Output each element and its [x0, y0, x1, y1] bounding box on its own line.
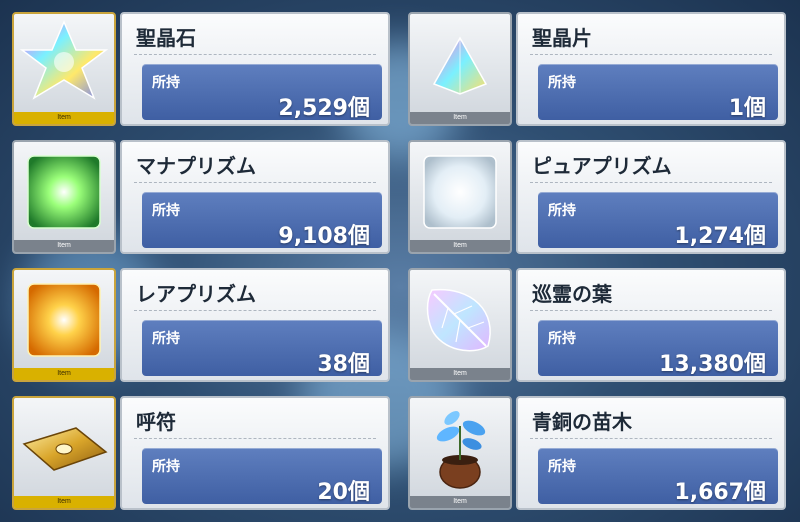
item-card-mana-prism[interactable]: Item マナプリズム 所持 9,108個: [12, 140, 390, 256]
owned-count: 20個: [317, 480, 370, 505]
item-name: 呼符: [136, 410, 176, 434]
item-name: 青銅の苗木: [532, 410, 632, 434]
item-card-quartz-fragment[interactable]: Item 聖晶片 所持 1個: [408, 12, 786, 128]
owned-count: 13,380個: [659, 352, 766, 377]
owned-count: 1個: [728, 96, 766, 121]
owned-label: 所持: [548, 75, 576, 91]
item-info-panel: ピュアプリズム 所持 1,274個: [516, 140, 786, 254]
bronze-sapling-icon: [436, 411, 486, 489]
owned-label: 所持: [152, 331, 180, 347]
item-tag: Item: [14, 240, 114, 252]
pure-prism-icon: [423, 155, 497, 229]
mana-prism-icon: [27, 155, 101, 229]
item-info-panel: 呼符 所持 20個: [120, 396, 390, 510]
owned-box: 所持 9,108個: [142, 192, 382, 249]
item-card-bronze-sapling[interactable]: Item 青銅の苗木 所持 1,667個: [408, 396, 786, 512]
item-name: 聖晶石: [136, 26, 196, 50]
divider: [134, 438, 376, 439]
owned-count: 1,667個: [674, 480, 766, 505]
item-tag: Item: [410, 368, 510, 380]
item-info-panel: マナプリズム 所持 9,108個: [120, 140, 390, 254]
rare-prism-icon: [27, 283, 101, 357]
item-thumbnail: Item: [12, 396, 116, 510]
item-info-panel: 巡霊の葉 所持 13,380個: [516, 268, 786, 382]
item-thumbnail: Item: [12, 12, 116, 126]
owned-label: 所持: [152, 459, 180, 475]
owned-count: 1,274個: [674, 224, 766, 249]
item-info-panel: 聖晶石 所持 2,529個: [120, 12, 390, 126]
item-thumbnail: Item: [408, 140, 512, 254]
item-thumbnail: Item: [408, 396, 512, 510]
quartz-fragment-icon: [432, 36, 488, 95]
saint-quartz-icon: [19, 20, 109, 100]
divider: [530, 54, 772, 55]
item-name: 聖晶片: [532, 26, 592, 50]
owned-box: 所持 20個: [142, 448, 382, 505]
item-thumbnail: Item: [408, 12, 512, 126]
owned-count: 2,529個: [278, 96, 370, 121]
owned-box: 所持 2,529個: [142, 64, 382, 121]
owned-label: 所持: [548, 331, 576, 347]
item-info-panel: 聖晶片 所持 1個: [516, 12, 786, 126]
item-info-panel: 青銅の苗木 所持 1,667個: [516, 396, 786, 510]
divider: [530, 438, 772, 439]
owned-box: 所持 13,380個: [538, 320, 778, 377]
owned-box: 所持 38個: [142, 320, 382, 377]
item-tag: Item: [410, 112, 510, 124]
item-card-leaf[interactable]: Item 巡霊の葉 所持 13,380個: [408, 268, 786, 384]
item-card-rare-prism[interactable]: Item レアプリズム 所持 38個: [12, 268, 390, 384]
owned-box: 所持 1個: [538, 64, 778, 121]
summon-ticket-icon: [22, 427, 108, 471]
owned-count: 9,108個: [278, 224, 370, 249]
owned-label: 所持: [152, 203, 180, 219]
item-name: レアプリズム: [136, 282, 256, 306]
item-thumbnail: Item: [12, 268, 116, 382]
owned-label: 所持: [548, 459, 576, 475]
owned-box: 所持 1,667個: [538, 448, 778, 505]
owned-count: 38個: [317, 352, 370, 377]
divider: [134, 310, 376, 311]
leaf-icon: [426, 288, 491, 352]
owned-label: 所持: [152, 75, 180, 91]
divider: [134, 182, 376, 183]
item-tag: Item: [410, 496, 510, 508]
owned-label: 所持: [548, 203, 576, 219]
item-card-summon-ticket[interactable]: Item 呼符 所持 20個: [12, 396, 390, 512]
item-thumbnail: Item: [12, 140, 116, 254]
divider: [134, 54, 376, 55]
owned-box: 所持 1,274個: [538, 192, 778, 249]
item-tag: Item: [410, 240, 510, 252]
item-name: ピュアプリズム: [532, 154, 672, 178]
item-tag: Item: [14, 496, 114, 508]
item-name: 巡霊の葉: [532, 282, 612, 306]
item-thumbnail: Item: [408, 268, 512, 382]
item-tag: Item: [14, 112, 114, 124]
item-info-panel: レアプリズム 所持 38個: [120, 268, 390, 382]
item-card-pure-prism[interactable]: Item ピュアプリズム 所持 1,274個: [408, 140, 786, 256]
divider: [530, 182, 772, 183]
item-card-saint-quartz[interactable]: Item 聖晶石 所持 2,529個: [12, 12, 390, 128]
divider: [530, 310, 772, 311]
item-tag: Item: [14, 368, 114, 380]
item-name: マナプリズム: [136, 154, 256, 178]
